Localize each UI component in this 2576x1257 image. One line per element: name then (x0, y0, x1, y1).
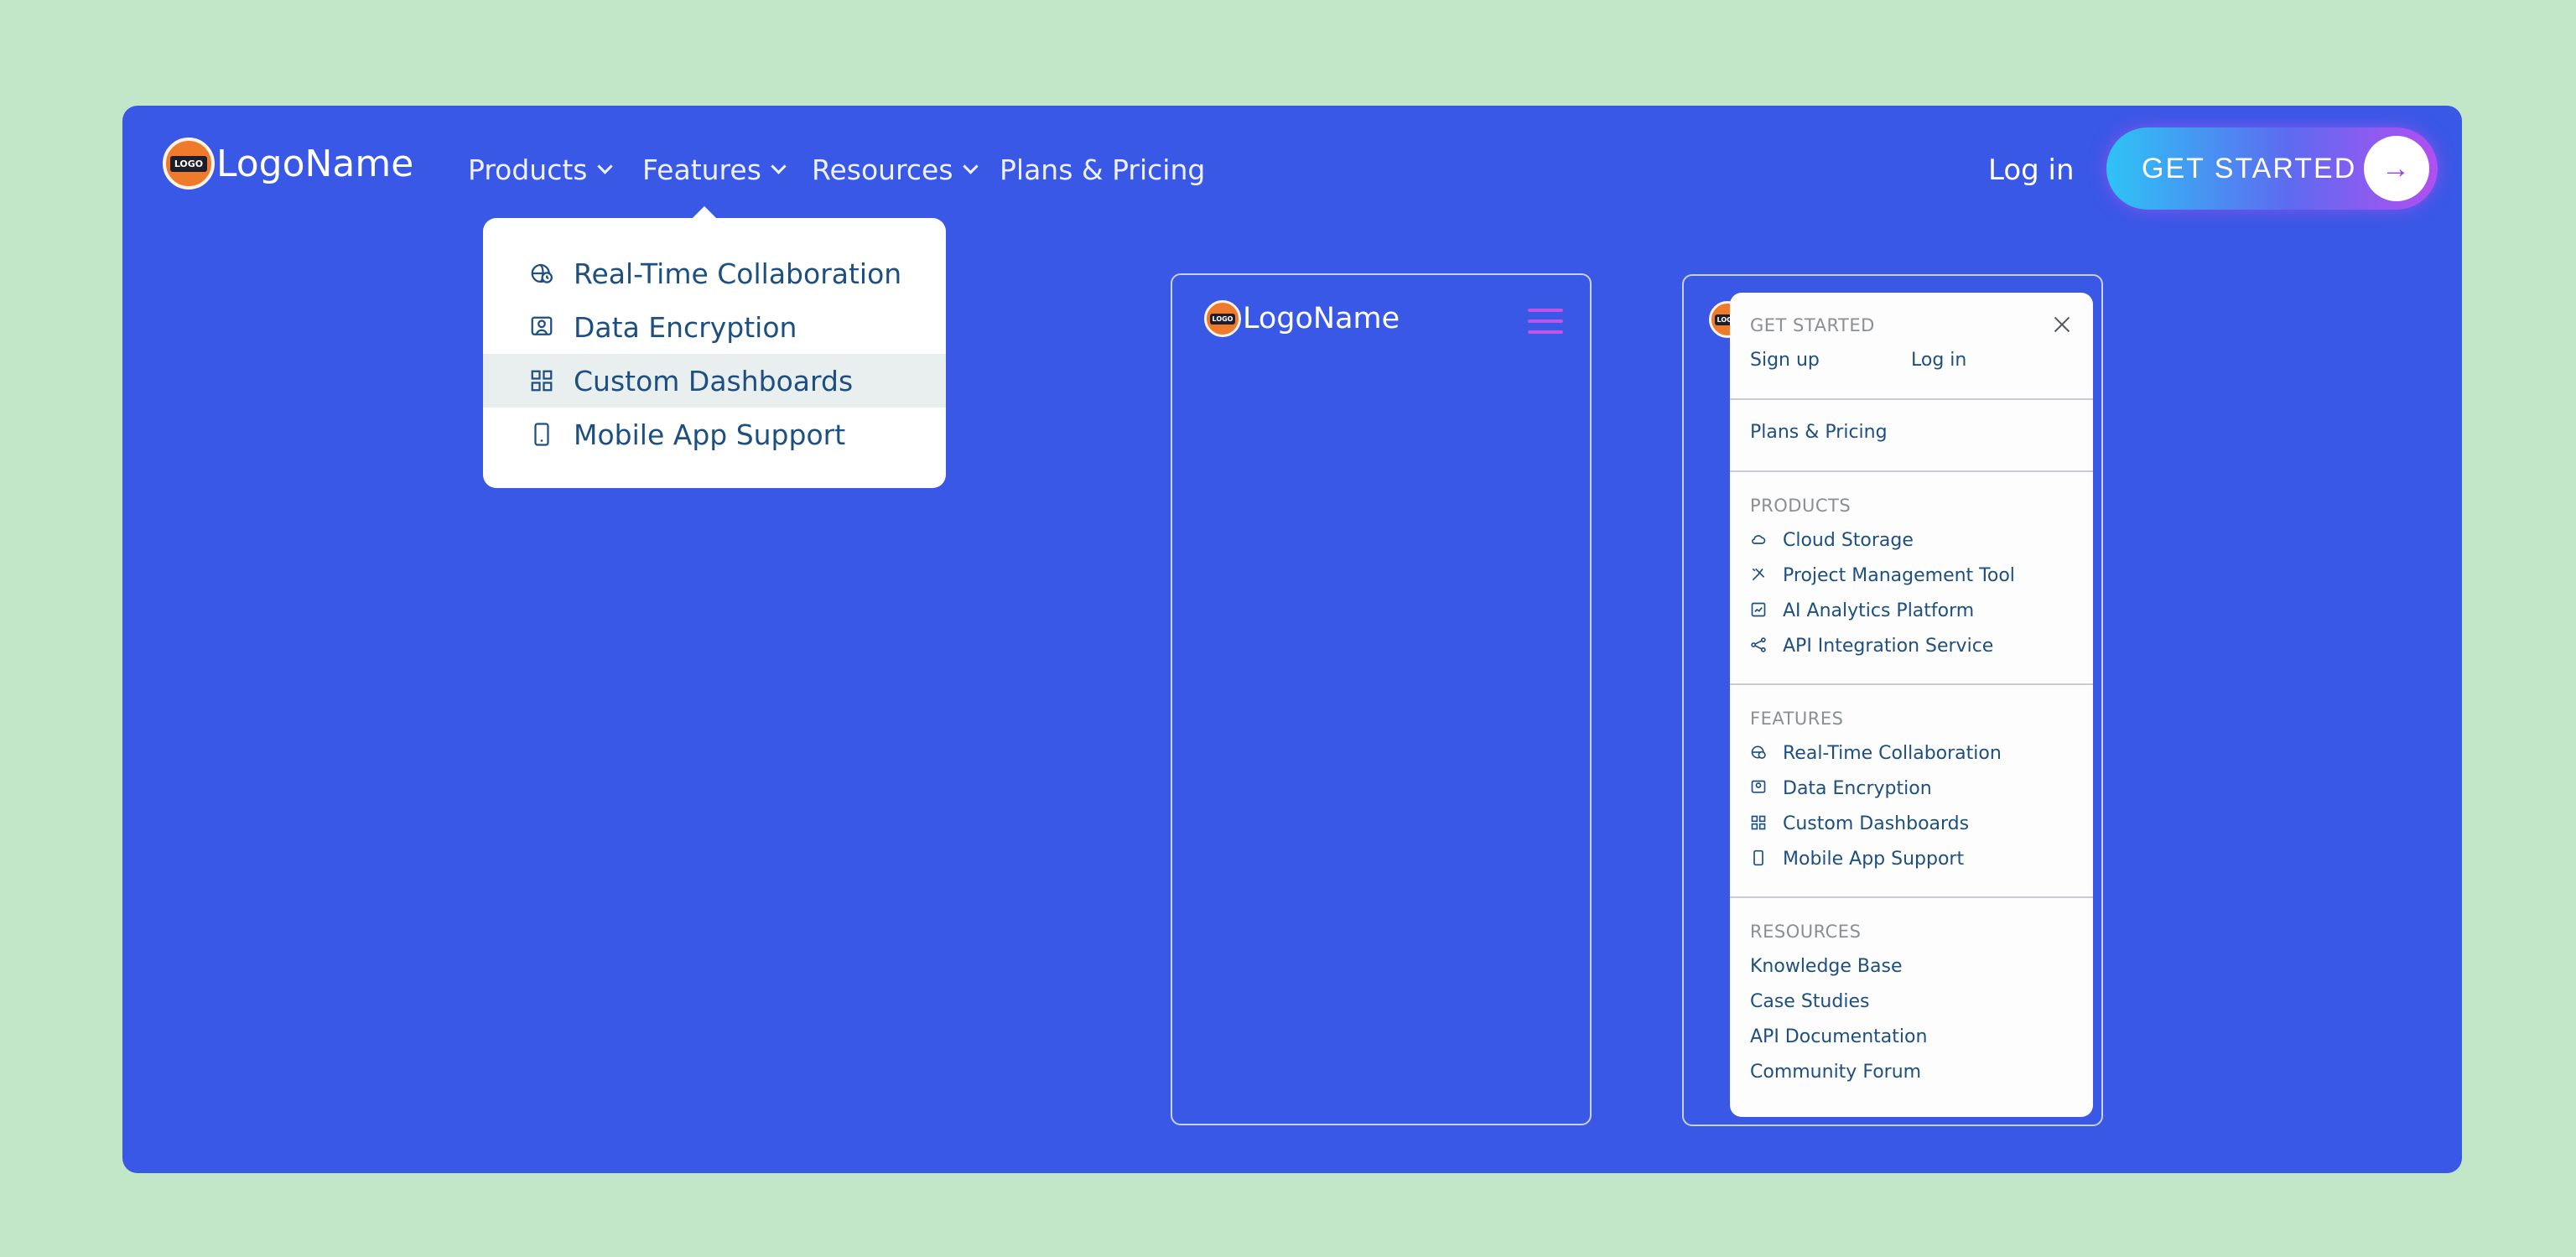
divider (1730, 470, 2093, 472)
chevron-down-icon (596, 158, 613, 174)
dropdown-item-data-encryption[interactable]: Data Encryption (483, 300, 946, 354)
dashboard-grid-icon (528, 367, 555, 394)
mobile-sign-up-link[interactable]: Sign up (1750, 350, 1820, 371)
logo-text: LogoName (1243, 302, 1400, 335)
share-nodes-icon (1750, 636, 1767, 653)
dropdown-item-label: Data Encryption (574, 310, 797, 344)
logo-text: LogoName (216, 142, 414, 185)
dropdown-item-mobile-app-support[interactable]: Mobile App Support (483, 408, 946, 461)
nav-plans-pricing[interactable]: Plans & Pricing (1000, 153, 1205, 186)
features-section-title: FEATURES (1750, 709, 1844, 729)
features-dropdown: Real-Time Collaboration Data Encryption … (483, 218, 946, 488)
globe-clock-icon (528, 260, 555, 287)
nav-resources-label: Resources (812, 153, 953, 186)
divider (1730, 683, 2093, 685)
close-icon[interactable] (2052, 314, 2072, 335)
arrow-right-icon: → (2364, 136, 2429, 201)
get-started-button[interactable]: GET STARTED → (2106, 127, 2438, 210)
nav-features[interactable]: Features (642, 153, 787, 186)
dropdown-item-label: Custom Dashboards (574, 364, 854, 397)
mobile-feature-mobile-app-support[interactable]: Mobile App Support (1783, 849, 1964, 870)
products-section-title: PRODUCTS (1750, 496, 1852, 516)
dropdown-item-real-time-collaboration[interactable]: Real-Time Collaboration (483, 247, 946, 300)
mobile-feature-real-time-collaboration[interactable]: Real-Time Collaboration (1783, 743, 2002, 764)
globe-clock-icon (1750, 744, 1767, 761)
cloud-icon (1750, 531, 1767, 548)
mobile-resource-api-documentation[interactable]: API Documentation (1750, 1026, 1927, 1047)
chevron-down-icon (771, 158, 787, 174)
get-started-label: GET STARTED (2142, 152, 2357, 184)
analytics-chart-icon (1750, 601, 1767, 618)
mobile-log-in-link[interactable]: Log in (1911, 350, 1966, 371)
dropdown-item-custom-dashboards[interactable]: Custom Dashboards (483, 354, 946, 408)
mobile-resource-knowledge-base[interactable]: Knowledge Base (1750, 956, 1903, 977)
shield-user-icon (528, 314, 555, 340)
dashboard-grid-icon (1750, 814, 1767, 831)
nav-resources[interactable]: Resources (812, 153, 979, 186)
smartphone-icon (528, 421, 555, 448)
mobile-product-cloud-storage[interactable]: Cloud Storage (1783, 530, 1914, 551)
divider (1730, 398, 2093, 400)
nav-products[interactable]: Products (468, 153, 613, 186)
dropdown-item-label: Mobile App Support (574, 418, 846, 451)
mobile-logo[interactable]: LOGO LogoName (1204, 300, 1400, 337)
logo-badge-text: LOGO (1209, 313, 1236, 325)
nav-products-label: Products (468, 153, 588, 186)
mobile-resource-case-studies[interactable]: Case Studies (1750, 991, 1869, 1012)
mobile-resource-community-forum[interactable]: Community Forum (1750, 1062, 1921, 1083)
login-link[interactable]: Log in (1988, 153, 2075, 187)
logo-badge-text: LOGO (169, 155, 208, 172)
mobile-feature-custom-dashboards[interactable]: Custom Dashboards (1783, 813, 1969, 834)
mobile-product-project-management-tool[interactable]: Project Management Tool (1783, 565, 2015, 586)
desktop-logo[interactable]: LOGO LogoName (163, 138, 413, 190)
nav-plans-pricing-label: Plans & Pricing (1000, 153, 1206, 186)
resources-section-title: RESOURCES (1750, 922, 1862, 942)
tools-icon (1750, 566, 1767, 583)
preview-frame: LOGO LogoName Products Features Resource… (122, 106, 2462, 1173)
dropdown-item-label: Real-Time Collaboration (574, 257, 902, 290)
nav-features-label: Features (642, 153, 761, 186)
mobile-product-ai-analytics-platform[interactable]: AI Analytics Platform (1783, 600, 1974, 621)
mobile-feature-data-encryption[interactable]: Data Encryption (1783, 778, 1932, 799)
mobile-product-api-integration-service[interactable]: API Integration Service (1783, 636, 1993, 657)
chevron-down-icon (962, 158, 979, 174)
mobile-preview-closed: LOGO LogoName (1171, 273, 1592, 1125)
logo-badge-icon: LOGO (1204, 300, 1241, 337)
divider (1730, 896, 2093, 898)
logo-badge-icon: LOGO (163, 138, 215, 190)
smartphone-icon (1750, 849, 1767, 866)
mobile-menu-panel: GET STARTED Sign up Log in Plans & Prici… (1730, 293, 2093, 1117)
shield-user-icon (1750, 779, 1767, 796)
hamburger-menu-icon[interactable] (1528, 309, 1563, 334)
mobile-plans-pricing-link[interactable]: Plans & Pricing (1750, 422, 1888, 443)
get-started-title: GET STARTED (1750, 315, 1875, 335)
